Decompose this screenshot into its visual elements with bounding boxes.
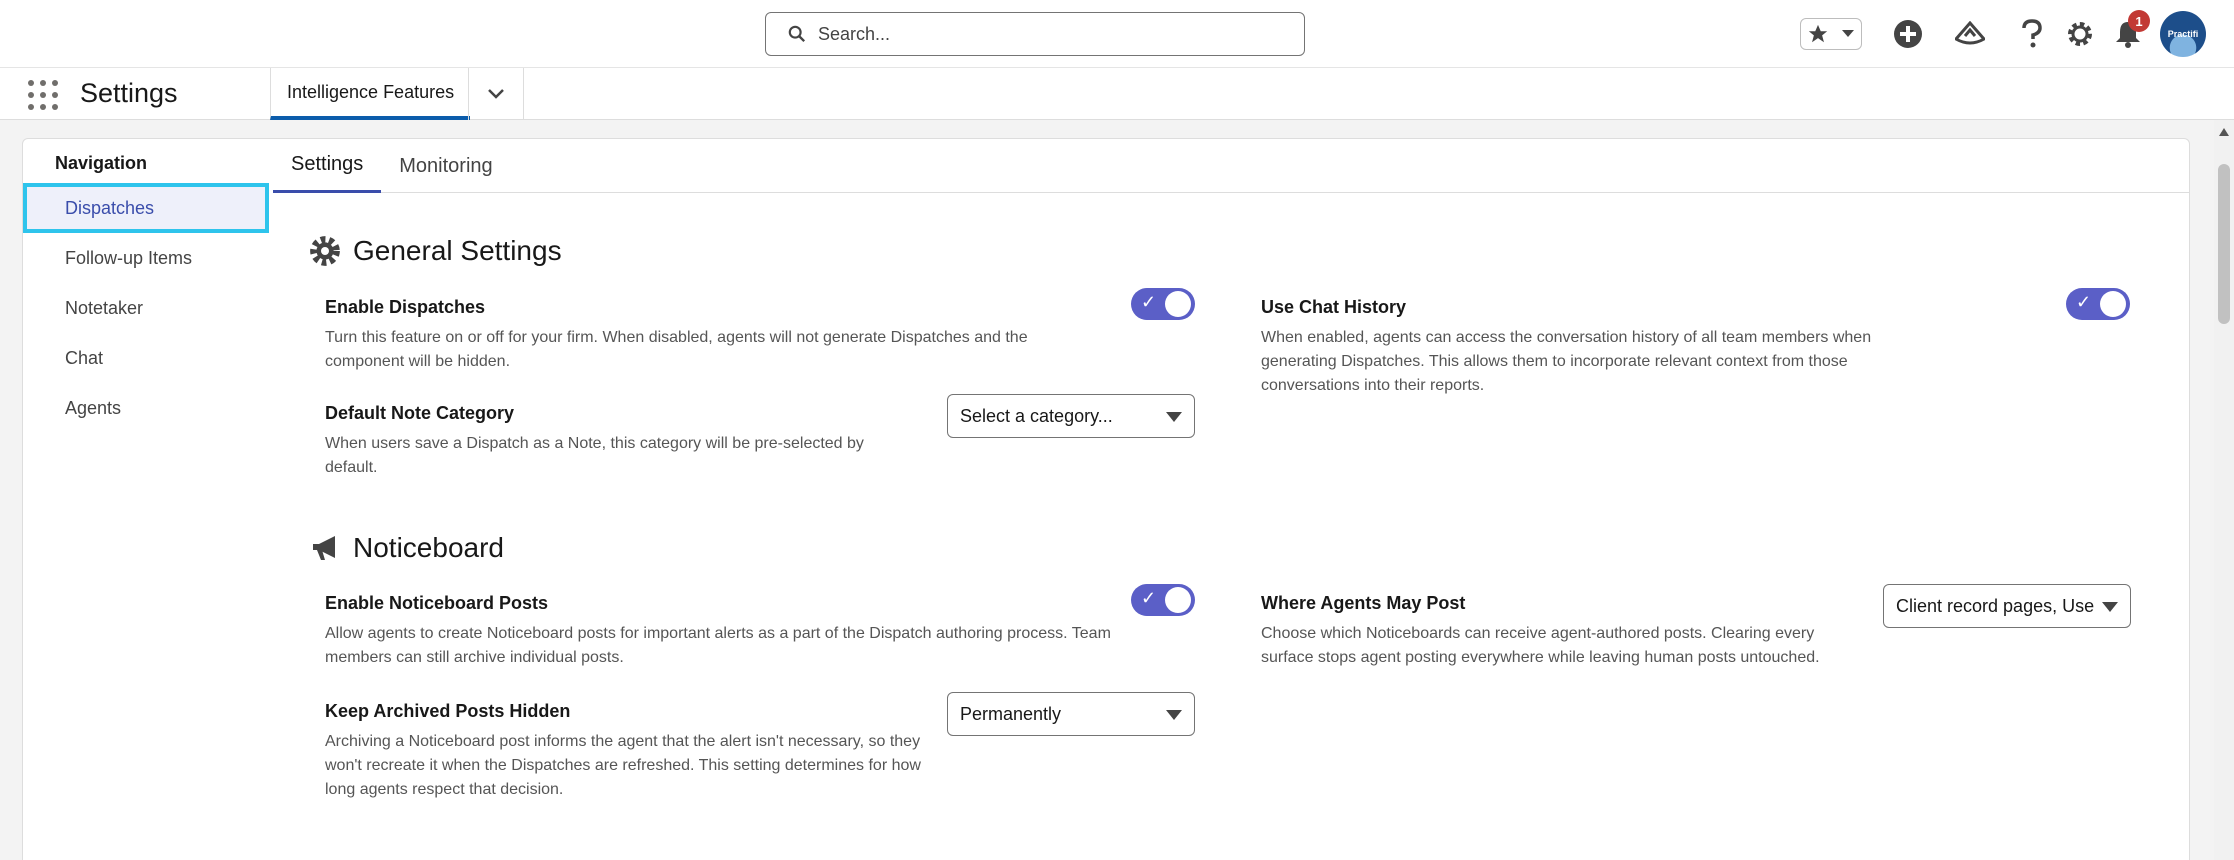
nav-tab-intelligence-features[interactable]: Intelligence Features bbox=[270, 68, 471, 120]
app-launcher-icon[interactable] bbox=[28, 80, 58, 110]
global-header: Search... 1 Practifi bbox=[0, 0, 2234, 68]
where-agents-may-post-select[interactable]: Client record pages, Use bbox=[1883, 584, 2131, 628]
nav-item-label: Chat bbox=[65, 347, 104, 368]
select-value: Select a category... bbox=[960, 405, 1113, 426]
search-icon bbox=[788, 25, 806, 43]
caret-down-icon bbox=[2102, 602, 2118, 612]
global-create-button[interactable] bbox=[1884, 10, 1932, 58]
section-title: General Settings bbox=[353, 235, 562, 266]
setting-label: Where Agents May Post bbox=[1261, 593, 1466, 613]
select-value: Client record pages, Use bbox=[1896, 595, 2095, 616]
nav-item-chat[interactable]: Chat bbox=[23, 333, 269, 383]
enable-noticeboard-posts-toggle[interactable]: ✓ bbox=[1131, 584, 1195, 616]
caret-down-icon bbox=[1166, 412, 1182, 422]
setting-label: Default Note Category bbox=[325, 403, 515, 423]
setting-description: Turn this feature on or off for your fir… bbox=[325, 329, 1028, 370]
tab-settings[interactable]: Settings bbox=[273, 139, 382, 193]
default-note-category-select[interactable]: Select a category... bbox=[947, 394, 1195, 438]
navigation-list: Dispatches Follow-up Items Notetaker Cha… bbox=[23, 183, 269, 433]
chevron-down-icon bbox=[488, 89, 504, 99]
nav-item-follow-up-items[interactable]: Follow-up Items bbox=[23, 233, 269, 283]
global-search[interactable]: Search... bbox=[765, 12, 1305, 56]
setting-default-note-category: Default Note Category When users save a … bbox=[325, 403, 905, 480]
nav-item-label: Follow-up Items bbox=[65, 247, 193, 268]
setting-description: When enabled, agents can access the conv… bbox=[1261, 329, 1872, 394]
notifications-button[interactable]: 1 bbox=[2104, 10, 2152, 58]
check-icon: ✓ bbox=[1141, 292, 1157, 312]
favorites-button[interactable] bbox=[1800, 18, 1862, 50]
setting-description: When users save a Dispatch as a Note, th… bbox=[325, 435, 864, 476]
nav-item-notetaker[interactable]: Notetaker bbox=[23, 283, 269, 333]
nav-item-label: Notetaker bbox=[65, 297, 144, 318]
use-chat-history-toggle[interactable]: ✓ bbox=[2066, 288, 2130, 320]
trailhead-icon bbox=[1955, 21, 1985, 45]
avatar-text: Practifi bbox=[2167, 29, 2199, 39]
caret-down-icon bbox=[1166, 710, 1182, 720]
nav-item-label: Dispatches bbox=[65, 197, 155, 218]
select-value: Permanently bbox=[960, 703, 1062, 724]
gear-icon bbox=[310, 236, 340, 266]
add-icon bbox=[1894, 20, 1922, 48]
tab-monitoring[interactable]: Monitoring bbox=[381, 139, 510, 193]
help-button[interactable] bbox=[2008, 10, 2056, 58]
settings-card: Navigation Dispatches Follow-up Items No… bbox=[22, 138, 2190, 860]
general-settings-heading: General Settings bbox=[309, 235, 562, 267]
section-title: Noticeboard bbox=[353, 532, 504, 563]
scroll-up-arrow-icon[interactable] bbox=[2219, 128, 2229, 136]
scrollbar-thumb[interactable] bbox=[2218, 164, 2230, 324]
gear-icon bbox=[2068, 22, 2092, 46]
settings-tabs: Settings Monitoring bbox=[273, 139, 2189, 193]
setting-label: Enable Noticeboard Posts bbox=[325, 593, 549, 613]
navigation-title: Navigation bbox=[55, 153, 148, 173]
nav-tab-label: Intelligence Features bbox=[287, 81, 455, 102]
setting-description: Allow agents to create Noticeboard posts… bbox=[325, 625, 1111, 666]
keep-archived-posts-hidden-select[interactable]: Permanently bbox=[947, 692, 1195, 736]
page-scrollbar[interactable] bbox=[2214, 120, 2234, 860]
chevron-down-icon bbox=[1842, 30, 1854, 37]
setting-label: Use Chat History bbox=[1261, 297, 1407, 317]
setting-enable-noticeboard-posts: Enable Noticeboard Posts Allow agents to… bbox=[325, 593, 1125, 670]
app-name: Settings bbox=[80, 78, 178, 108]
check-icon: ✓ bbox=[1141, 588, 1157, 608]
tab-label: Monitoring bbox=[399, 154, 493, 177]
setting-label: Keep Archived Posts Hidden bbox=[325, 701, 571, 721]
user-avatar[interactable]: Practifi bbox=[2160, 11, 2206, 57]
setting-use-chat-history: Use Chat History When enabled, agents ca… bbox=[1261, 297, 1901, 398]
notification-count-badge: 1 bbox=[2128, 10, 2150, 32]
check-icon: ✓ bbox=[2076, 292, 2092, 312]
setting-description: Archiving a Noticeboard post informs the… bbox=[325, 733, 921, 798]
setting-where-agents-may-post: Where Agents May Post Choose which Notic… bbox=[1261, 593, 1861, 670]
nav-tab-dropdown-button[interactable] bbox=[468, 68, 524, 120]
setting-keep-archived-posts-hidden: Keep Archived Posts Hidden Archiving a N… bbox=[325, 701, 925, 802]
header-actions: 1 Practifi bbox=[1800, 10, 2206, 58]
noticeboard-heading: Noticeboard bbox=[309, 532, 504, 564]
nav-item-agents[interactable]: Agents bbox=[23, 383, 269, 433]
trailhead-button[interactable] bbox=[1946, 10, 1994, 58]
setting-label: Enable Dispatches bbox=[325, 297, 486, 317]
setting-enable-dispatches: Enable Dispatches Turn this feature on o… bbox=[325, 297, 1105, 374]
enable-dispatches-toggle[interactable]: ✓ bbox=[1131, 288, 1195, 320]
star-icon bbox=[1808, 24, 1828, 43]
app-navigation-bar: Settings Intelligence Features bbox=[0, 68, 2234, 120]
search-placeholder: Search... bbox=[818, 23, 891, 44]
megaphone-icon bbox=[313, 536, 335, 560]
help-icon bbox=[2022, 19, 2042, 48]
nav-item-label: Agents bbox=[65, 397, 122, 418]
tab-label: Settings bbox=[291, 153, 364, 175]
setup-button[interactable] bbox=[2056, 10, 2104, 58]
nav-item-dispatches[interactable]: Dispatches bbox=[23, 183, 269, 233]
setting-description: Choose which Noticeboards can receive ag… bbox=[1261, 625, 1820, 666]
